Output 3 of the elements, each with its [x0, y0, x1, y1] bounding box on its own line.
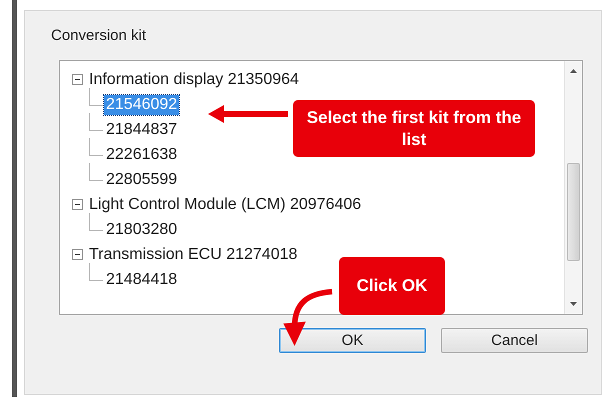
annotation-tooltip: Click OK	[339, 257, 445, 315]
group-label: Conversion kit	[51, 27, 148, 44]
annotation-tooltip: Select the first kit from the list	[293, 100, 535, 157]
